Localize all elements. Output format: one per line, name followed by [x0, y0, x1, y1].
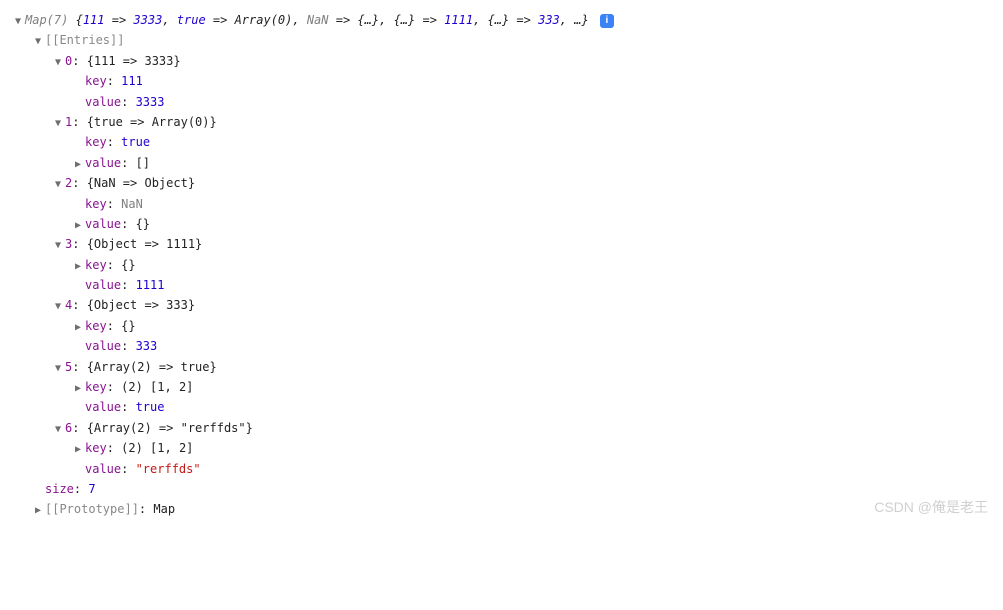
expand-arrow[interactable] — [55, 421, 65, 438]
key-value: true — [121, 135, 150, 149]
value-value: {} — [136, 217, 150, 231]
key-value: (2) [1, 2] — [121, 380, 193, 394]
key-value: {} — [121, 258, 135, 272]
expand-arrow[interactable] — [55, 360, 65, 377]
expand-arrow[interactable] — [75, 156, 85, 173]
value-label: value — [85, 156, 121, 170]
key-label: key — [85, 380, 107, 394]
info-icon[interactable]: i — [600, 14, 614, 28]
value-value: "rerffds" — [136, 462, 201, 476]
value-value: true — [136, 400, 165, 414]
key-label: key — [85, 74, 107, 88]
preview-key: {…} — [488, 13, 510, 27]
preview-key: {…} — [394, 13, 416, 27]
preview-key: true — [177, 13, 206, 27]
preview-value: 1111 — [444, 13, 473, 27]
preview-key: 111 — [83, 13, 105, 27]
prototype-value: Map — [153, 502, 175, 516]
key-value: (2) [1, 2] — [121, 441, 193, 455]
console-object-inspector: Map(7) {111 => 3333, true => Array(0), N… — [15, 10, 988, 520]
key-label: key — [85, 135, 107, 149]
expand-arrow[interactable] — [75, 258, 85, 275]
expand-arrow[interactable] — [35, 33, 45, 50]
entry-summary: {NaN => Object} — [87, 176, 195, 190]
value-label: value — [85, 339, 121, 353]
size-label: size — [45, 482, 74, 496]
expand-arrow[interactable] — [75, 319, 85, 336]
preview-value: 3333 — [133, 13, 162, 27]
entry-summary: {Array(2) => "rerffds"} — [87, 421, 253, 435]
expand-arrow[interactable] — [55, 54, 65, 71]
value-value: 3333 — [136, 95, 165, 109]
expand-arrow[interactable] — [15, 13, 25, 30]
entry-summary: {true => Array(0)} — [87, 115, 217, 129]
entry-summary: {Object => 333} — [87, 298, 195, 312]
value-label: value — [85, 278, 121, 292]
expand-arrow[interactable] — [75, 380, 85, 397]
value-label: value — [85, 400, 121, 414]
key-value: 111 — [121, 74, 143, 88]
entry-summary: {Object => 1111} — [87, 237, 203, 251]
expand-arrow[interactable] — [55, 237, 65, 254]
expand-arrow[interactable] — [75, 441, 85, 458]
expand-arrow[interactable] — [55, 176, 65, 193]
expand-arrow[interactable] — [75, 217, 85, 234]
prototype-label: [[Prototype]] — [45, 502, 139, 516]
value-value: [] — [136, 156, 150, 170]
key-label: key — [85, 319, 107, 333]
preview-key: NaN — [307, 13, 329, 27]
expand-arrow[interactable] — [55, 115, 65, 132]
entries-label: [[Entries]] — [45, 33, 124, 47]
preview-value: {…} — [357, 13, 379, 27]
value-value: 1111 — [136, 278, 165, 292]
key-value: {} — [121, 319, 135, 333]
preview-value: 333 — [538, 13, 560, 27]
key-value: NaN — [121, 197, 143, 211]
value-label: value — [85, 95, 121, 109]
value-label: value — [85, 462, 121, 476]
expand-arrow[interactable] — [35, 502, 45, 519]
size-value: 7 — [88, 482, 95, 496]
entry-summary: {111 => 3333} — [87, 54, 181, 68]
value-value: 333 — [136, 339, 158, 353]
value-label: value — [85, 217, 121, 231]
object-type: Map(7) — [25, 13, 76, 27]
key-label: key — [85, 441, 107, 455]
expand-arrow[interactable] — [55, 298, 65, 315]
key-label: key — [85, 197, 107, 211]
key-label: key — [85, 258, 107, 272]
preview-value: Array(0) — [235, 13, 293, 27]
entry-summary: {Array(2) => true} — [87, 360, 217, 374]
